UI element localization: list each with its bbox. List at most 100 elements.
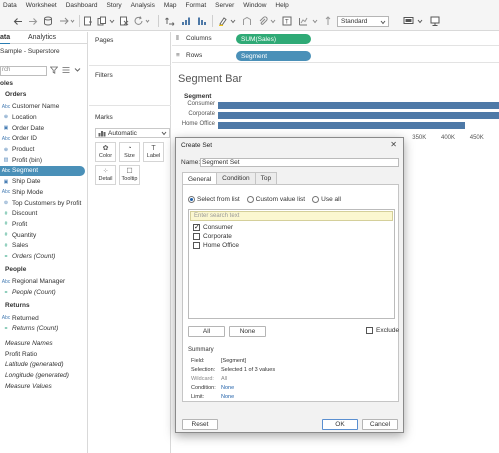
color-mark-button[interactable]: ✿ Color: [95, 142, 116, 162]
field-product[interactable]: ⊕ Product: [0, 145, 85, 155]
field-customer-name[interactable]: Abc Customer Name: [0, 102, 85, 112]
bar-home-office[interactable]: [218, 122, 466, 129]
share-icon[interactable]: [428, 15, 442, 27]
rows-shelf[interactable]: ≡ Rows Segment: [172, 49, 499, 63]
size-mark-button[interactable]: ◔ Size: [119, 142, 140, 162]
tooltip-mark-button[interactable]: ☐ Tooltip: [119, 165, 140, 185]
field-profit[interactable]: # Profit: [0, 219, 85, 229]
field-latitude-generated[interactable]: Latitude (generated): [5, 360, 90, 370]
paperclip-icon[interactable]: [257, 15, 269, 27]
checkbox-checked[interactable]: ✓: [193, 224, 200, 231]
summary-limit-value[interactable]: None: [221, 394, 234, 400]
table-header-returns[interactable]: Returns: [5, 302, 30, 309]
select-from-list-radio[interactable]: Select from list: [188, 196, 240, 203]
segment-pill[interactable]: Segment: [236, 51, 311, 61]
pin-icon[interactable]: [322, 15, 334, 27]
list-item-consumer[interactable]: ✓ Consumer: [193, 224, 233, 231]
presentation-mode-icon[interactable]: [402, 15, 416, 27]
fix-axes-dropdown-icon[interactable]: [311, 15, 319, 27]
menu-story[interactable]: Story: [107, 2, 122, 9]
tab-analytics[interactable]: Analytics: [28, 34, 56, 41]
sum-sales-pill[interactable]: SUM(Sales): [236, 34, 311, 44]
list-item-home-office[interactable]: Home Office: [193, 242, 239, 249]
label-marks-icon[interactable]: T: [281, 15, 293, 27]
back-arrow-icon[interactable]: [12, 15, 24, 27]
reset-button[interactable]: Reset: [182, 419, 218, 430]
field-location[interactable]: ⊕ Location: [0, 112, 85, 122]
cancel-button[interactable]: Cancel: [362, 419, 398, 430]
sort-descending-icon[interactable]: [196, 15, 208, 27]
field-sales[interactable]: # Sales: [0, 241, 85, 251]
mark-type-dropdown[interactable]: Automatic: [95, 128, 170, 138]
new-worksheet-icon[interactable]: [82, 15, 94, 27]
refresh-icon[interactable]: [133, 15, 153, 27]
menu-analysis[interactable]: Analysis: [131, 2, 155, 9]
field-profit-ratio[interactable]: Profit Ratio: [5, 349, 90, 359]
field-orders-count[interactable]: = Orders (Count): [0, 252, 85, 262]
attach-dropdown-icon[interactable]: [269, 15, 277, 27]
checkbox[interactable]: [366, 327, 373, 334]
duplicate-sheet-icon[interactable]: [96, 15, 108, 27]
view-list-icon[interactable]: [62, 66, 70, 76]
new-datasource-icon[interactable]: [42, 15, 54, 27]
field-search-input[interactable]: rch: [0, 66, 47, 76]
none-button[interactable]: None: [229, 326, 266, 337]
label-mark-button[interactable]: T Label: [143, 142, 164, 162]
menu-help[interactable]: Help: [275, 2, 288, 9]
checkbox[interactable]: [193, 242, 200, 249]
redo-dropdown-icon[interactable]: [58, 15, 76, 27]
tab-data[interactable]: ata: [0, 34, 11, 44]
menu-data[interactable]: Data: [3, 2, 17, 9]
datasource-name[interactable]: Sample - Superstore: [0, 48, 60, 55]
field-order-date[interactable]: ▣ Order Date: [0, 123, 85, 133]
columns-shelf[interactable]: ⫴ Columns SUM(Sales): [172, 32, 499, 46]
field-longitude-generated[interactable]: Longitude (generated): [5, 371, 90, 381]
menu-dashboard[interactable]: Dashboard: [66, 2, 98, 9]
close-icon[interactable]: ✕: [390, 140, 397, 149]
filter-fields-icon[interactable]: [49, 66, 59, 76]
summary-condition-value[interactable]: None: [221, 385, 234, 391]
sort-ascending-icon[interactable]: [180, 15, 192, 27]
field-ship-date[interactable]: ▣ Ship Date: [0, 177, 85, 187]
menu-worksheet[interactable]: Worksheet: [26, 2, 57, 9]
field-people-count[interactable]: = People (Count): [0, 288, 85, 298]
field-top-customers-by-profit[interactable]: ⊚ Top Customers by Profit: [0, 198, 85, 208]
bar-corporate[interactable]: [218, 112, 499, 119]
table-header-orders[interactable]: Orders: [5, 91, 26, 98]
table-header-people[interactable]: People: [5, 266, 26, 273]
chevron-down-icon[interactable]: [74, 66, 81, 76]
list-item-corporate[interactable]: Corporate: [193, 233, 232, 240]
tab-condition[interactable]: Condition: [216, 172, 256, 184]
field-profit-bin[interactable]: ▥ Profit (bin): [0, 155, 85, 165]
field-regional-manager[interactable]: Abc Regional Manager: [0, 277, 85, 287]
fit-dropdown[interactable]: Standard: [337, 16, 389, 27]
menu-server[interactable]: Server: [215, 2, 234, 9]
fix-axes-icon[interactable]: [297, 15, 309, 27]
field-quantity[interactable]: # Quantity: [0, 230, 85, 240]
exclude-checkbox[interactable]: Exclude: [366, 327, 399, 334]
menu-format[interactable]: Format: [186, 2, 207, 9]
field-returned[interactable]: Abc Returned: [0, 313, 85, 323]
sheet-dropdown-icon[interactable]: [108, 15, 116, 27]
field-ship-mode[interactable]: Abc Ship Mode: [0, 187, 85, 197]
field-segment[interactable]: Abc Segment: [0, 165, 85, 176]
field-discount[interactable]: # Discount: [0, 209, 85, 219]
ok-button[interactable]: OK: [322, 419, 358, 430]
detail-mark-button[interactable]: ⁘ Detail: [95, 165, 116, 185]
highlight-icon[interactable]: [217, 15, 229, 27]
menu-window[interactable]: Window: [243, 2, 266, 9]
field-measure-values[interactable]: Measure Values: [5, 381, 90, 391]
all-button[interactable]: All: [188, 326, 225, 337]
field-order-id[interactable]: Abc Order ID: [0, 134, 85, 144]
forward-arrow-icon[interactable]: [27, 15, 39, 27]
tab-top[interactable]: Top: [254, 172, 278, 184]
group-members-icon[interactable]: [241, 15, 253, 27]
use-all-radio[interactable]: Use all: [312, 196, 341, 203]
presentation-dropdown-icon[interactable]: [416, 15, 424, 27]
field-measure-names[interactable]: Measure Names: [5, 338, 90, 348]
swap-rows-columns-icon[interactable]: [164, 15, 176, 27]
menu-map[interactable]: Map: [164, 2, 177, 9]
checkbox[interactable]: [193, 233, 200, 240]
field-returns-count[interactable]: = Returns (Count): [0, 324, 85, 334]
bar-consumer[interactable]: [218, 102, 499, 109]
